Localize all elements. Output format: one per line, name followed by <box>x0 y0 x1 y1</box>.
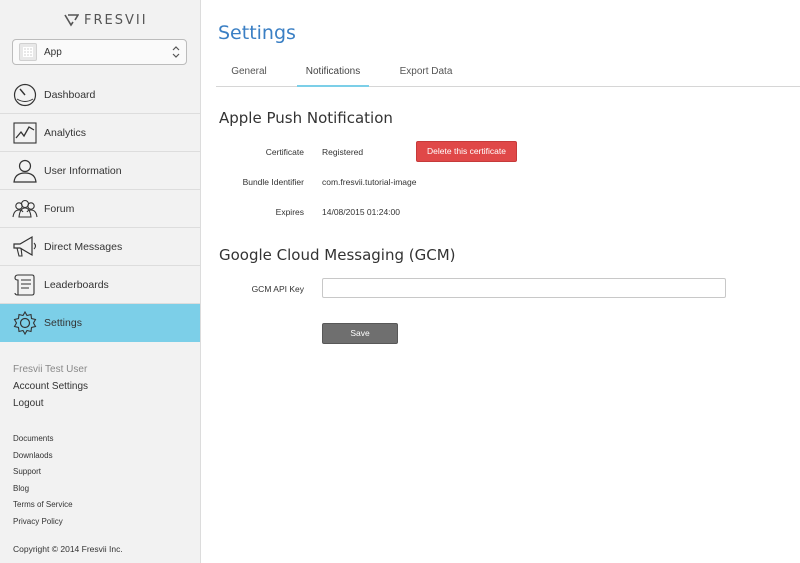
expires-value: 14/08/2015 01:24:00 <box>322 207 400 217</box>
documents-link[interactable]: Documents <box>13 434 73 451</box>
gcm-section-title: Google Cloud Messaging (GCM) <box>219 246 456 264</box>
support-link[interactable]: Support <box>13 467 73 484</box>
brand-logo[interactable]: FRESVII <box>64 12 148 28</box>
sidebar-item-settings[interactable]: Settings <box>0 304 200 342</box>
bundle-identifier-value: com.fresvii.tutorial-image <box>322 177 417 187</box>
dashboard-gauge-icon <box>12 82 38 108</box>
expires-label: Expires <box>275 207 304 217</box>
user-menu: Fresvii Test User Account Settings Logou… <box>13 364 88 415</box>
logout-link[interactable]: Logout <box>13 398 88 415</box>
account-settings-link[interactable]: Account Settings <box>13 381 88 398</box>
sidebar-item-label: Leaderboards <box>44 278 109 291</box>
blog-link[interactable]: Blog <box>13 484 73 501</box>
sidebar-item-label: Direct Messages <box>44 240 123 253</box>
forum-users-icon <box>12 196 38 222</box>
copyright: Copyright © 2014 Fresvii Inc. <box>13 544 123 554</box>
analytics-chart-icon <box>12 120 38 146</box>
footer-links: Documents Downlaods Support Blog Terms o… <box>13 434 73 534</box>
sidebar-item-label: Analytics <box>44 126 87 139</box>
fresvii-logo-icon <box>64 14 79 27</box>
megaphone-icon <box>12 234 38 260</box>
sidebar-item-label: User Information <box>44 164 122 177</box>
brand-name: FRESVII <box>84 12 148 28</box>
app-selector[interactable]: App <box>12 39 187 65</box>
sidebar-item-dashboard[interactable]: Dashboard <box>0 76 200 114</box>
tab-notifications[interactable]: Notifications <box>297 57 369 87</box>
downloads-link[interactable]: Downlaods <box>13 451 73 468</box>
sidebar-item-label: Dashboard <box>44 88 96 101</box>
delete-certificate-button[interactable]: Delete this certificate <box>416 141 517 162</box>
tab-export-data[interactable]: Export Data <box>394 57 458 87</box>
apns-section-title: Apple Push Notification <box>219 109 393 127</box>
sidebar-item-label: Forum <box>44 202 75 215</box>
sidebar: FRESVII App Dashboard Analytics User Inf… <box>0 0 201 563</box>
gcm-api-key-input[interactable] <box>322 278 726 298</box>
gcm-api-key-label: GCM API Key <box>251 284 304 294</box>
app-thumbnail-icon <box>19 43 37 61</box>
sidebar-item-direct-messages[interactable]: Direct Messages <box>0 228 200 266</box>
certificate-label: Certificate <box>265 147 304 157</box>
gear-icon <box>12 310 38 336</box>
save-button[interactable]: Save <box>322 323 398 344</box>
user-icon <box>12 158 38 184</box>
bundle-identifier-label: Bundle Identifier <box>242 177 304 187</box>
privacy-policy-link[interactable]: Privacy Policy <box>13 517 73 534</box>
tab-bar: General Notifications Export Data <box>216 57 800 87</box>
select-updown-icon <box>172 46 180 58</box>
certificate-status: Registered <box>322 147 364 157</box>
sidebar-item-label: Settings <box>44 316 82 329</box>
tab-general[interactable]: General <box>222 57 276 87</box>
app-selector-value: App <box>44 46 62 58</box>
user-name: Fresvii Test User <box>13 364 88 375</box>
scroll-icon <box>12 272 38 298</box>
page-title: Settings <box>218 22 296 44</box>
terms-of-service-link[interactable]: Terms of Service <box>13 500 73 517</box>
